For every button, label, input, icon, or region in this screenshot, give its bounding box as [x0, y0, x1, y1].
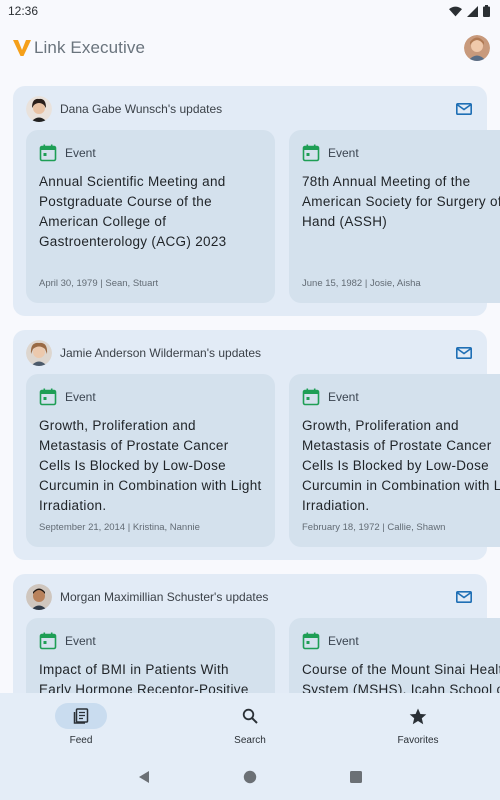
nav-search-label: Search: [234, 735, 266, 746]
back-icon[interactable]: [137, 770, 151, 789]
calendar-icon: [39, 632, 57, 650]
card-type-label: Event: [65, 146, 96, 160]
search-icon: [242, 708, 258, 724]
contact-avatar: [26, 340, 52, 366]
card-type-label: Event: [328, 146, 359, 160]
status-time: 12:36: [8, 4, 39, 18]
update-block: Morgan Maximillian Schuster's updates Ev…: [13, 574, 500, 693]
nav-favorites[interactable]: Favorites: [378, 703, 458, 746]
card-type-label: Event: [65, 634, 96, 648]
wifi-icon: [449, 6, 462, 16]
card-title: Impact of BMI in Patients With Early Hor…: [39, 662, 249, 693]
system-nav-bar: [0, 755, 500, 800]
card-title: Annual Scientific Meeting and Postgradua…: [39, 174, 227, 249]
card-title: Course of the Mount Sinai Health System …: [302, 662, 500, 693]
user-avatar[interactable]: [464, 35, 490, 61]
feed-list[interactable]: Dana Gabe Wunsch's updates Event Annual …: [13, 86, 500, 693]
card-type-label: Event: [65, 390, 96, 404]
mail-icon[interactable]: [454, 587, 474, 607]
calendar-icon: [302, 632, 320, 650]
battery-icon: [483, 5, 490, 17]
nav-feed[interactable]: Feed: [41, 703, 121, 746]
event-card[interactable]: Event Impact of BMI in Patients With Ear…: [26, 618, 275, 693]
home-icon[interactable]: [243, 770, 257, 789]
update-owner-title: Dana Gabe Wunsch's updates: [60, 102, 223, 116]
app-header: Link Executive: [0, 28, 500, 68]
update-owner-title: Jamie Anderson Wilderman's updates: [60, 346, 262, 360]
calendar-icon: [302, 388, 320, 406]
event-card[interactable]: Event Course of the Mount Sinai Health S…: [289, 618, 500, 693]
calendar-icon: [39, 144, 57, 162]
update-block: Dana Gabe Wunsch's updates Event Annual …: [13, 86, 500, 316]
card-meta: September 21, 2014 | Kristina, Nannie: [39, 522, 200, 533]
update-owner-title: Morgan Maximillian Schuster's updates: [60, 590, 269, 604]
feed-icon: [73, 708, 89, 724]
brand-name: Link Executive: [34, 38, 146, 57]
mail-icon[interactable]: [454, 343, 474, 363]
bottom-nav: Feed Search Favorites: [0, 693, 500, 755]
calendar-icon: [302, 144, 320, 162]
nav-feed-label: Feed: [69, 735, 93, 746]
event-card[interactable]: Event Growth, Proliferation and Metastas…: [289, 374, 500, 547]
calendar-icon: [39, 388, 57, 406]
status-bar: 12:36: [0, 0, 500, 22]
brand-v-icon: [13, 40, 31, 56]
card-title: Growth, Proliferation and Metastasis of …: [302, 418, 500, 513]
card-title: 78th Annual Meeting of the American Soci…: [302, 174, 500, 229]
event-card[interactable]: Event Annual Scientific Meeting and Post…: [26, 130, 275, 303]
contact-avatar: [26, 584, 52, 610]
card-meta: June 15, 1982 | Josie, Aisha: [302, 278, 421, 289]
card-type-label: Event: [328, 634, 359, 648]
update-block: Jamie Anderson Wilderman's updates Event…: [13, 330, 500, 560]
recents-icon[interactable]: [349, 770, 363, 789]
card-title: Growth, Proliferation and Metastasis of …: [39, 418, 262, 513]
event-card[interactable]: Event Growth, Proliferation and Metastas…: [26, 374, 275, 547]
star-icon: [409, 708, 427, 724]
card-meta: April 30, 1979 | Sean, Stuart: [39, 278, 159, 289]
nav-favorites-label: Favorites: [397, 735, 439, 746]
brand-logo: Link Executive: [12, 38, 145, 58]
card-type-label: Event: [328, 390, 359, 404]
card-meta: February 18, 1972 | Callie, Shawn: [302, 522, 446, 533]
mail-icon[interactable]: [454, 99, 474, 119]
nav-search[interactable]: Search: [210, 703, 290, 746]
event-card[interactable]: Event 78th Annual Meeting of the America…: [289, 130, 500, 303]
contact-avatar: [26, 96, 52, 122]
signal-icon: [467, 5, 478, 17]
